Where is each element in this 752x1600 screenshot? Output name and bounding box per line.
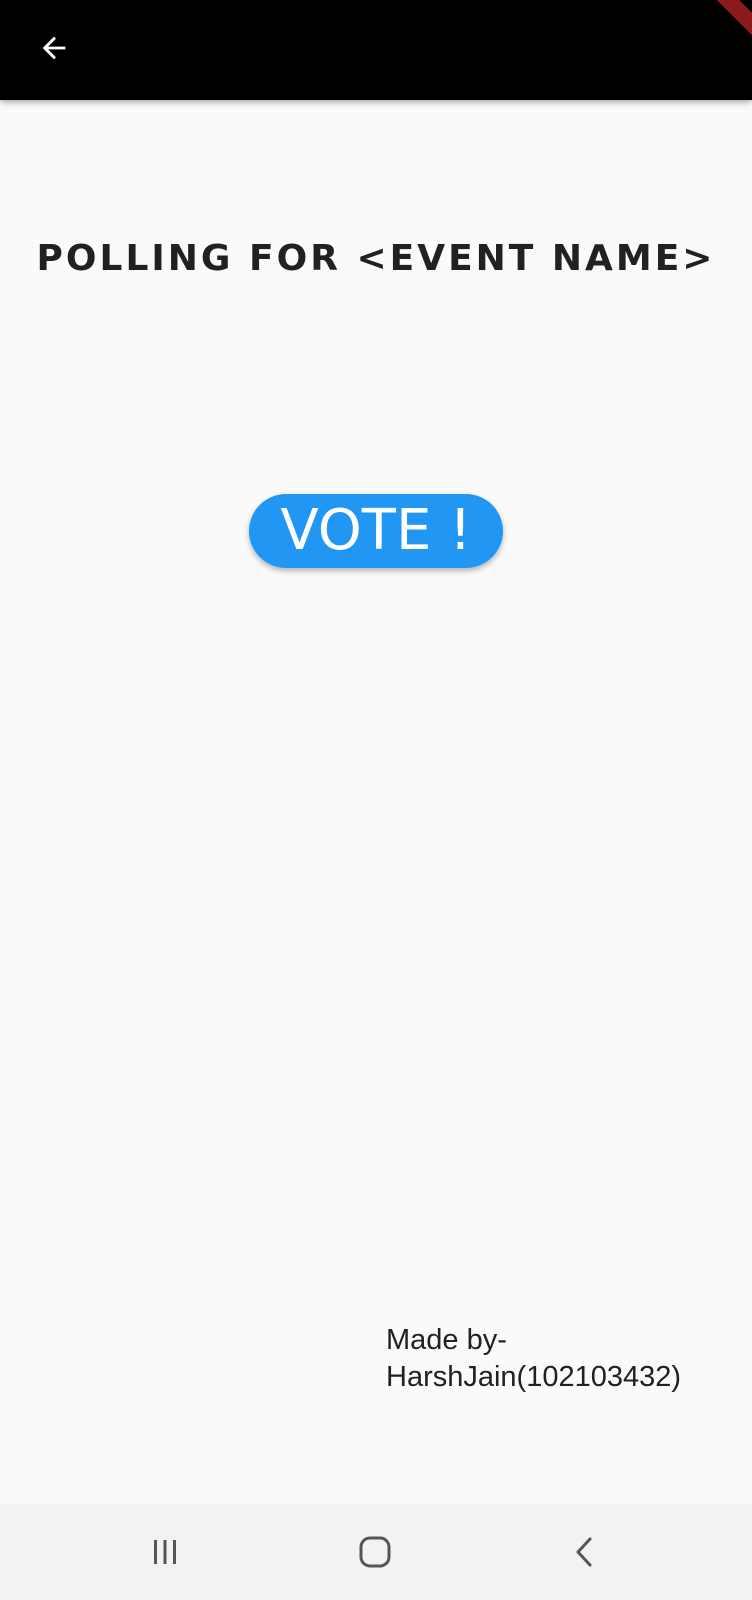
system-back-button[interactable]: [550, 1522, 620, 1582]
recents-button[interactable]: [130, 1522, 200, 1582]
app-bar: [0, 0, 752, 100]
vote-button[interactable]: VOTE !: [249, 494, 503, 568]
page-title: POLLING FOR <EVENT NAME>: [36, 238, 716, 279]
system-nav-bar: [0, 1504, 752, 1600]
screen: POLLING FOR <EVENT NAME> VOTE ! Made by-…: [0, 0, 752, 1600]
chevron-left-icon: [576, 1537, 592, 1567]
back-button[interactable]: [26, 20, 82, 76]
recents-icon: [154, 1540, 176, 1564]
debug-banner: [692, 0, 752, 60]
arrow-left-icon: [42, 36, 66, 60]
credit-text: Made by- HarshJain(102103432): [386, 1322, 681, 1396]
home-icon: [359, 1536, 391, 1568]
credit-line-author: HarshJain(102103432): [386, 1361, 682, 1393]
home-button[interactable]: [340, 1522, 410, 1582]
credit-line-made-by: Made by-: [386, 1324, 507, 1356]
